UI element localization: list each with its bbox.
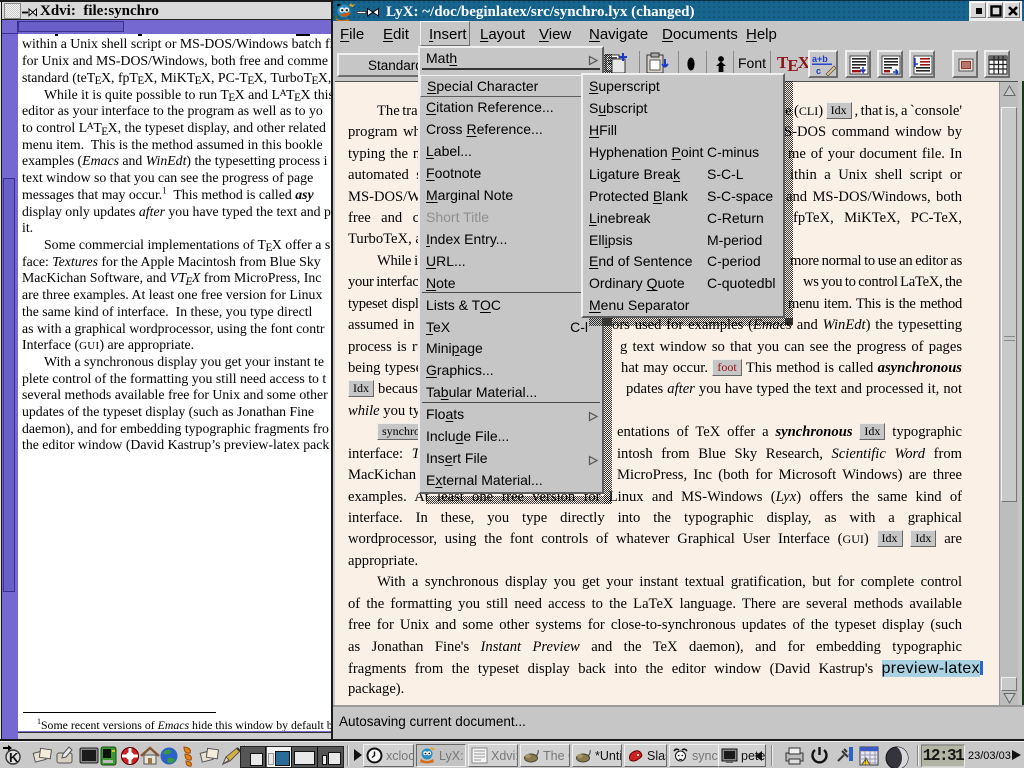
svg-text:c: c xyxy=(816,66,821,76)
svg-text:K: K xyxy=(9,750,19,765)
svg-text:a+b: a+b xyxy=(812,54,828,64)
